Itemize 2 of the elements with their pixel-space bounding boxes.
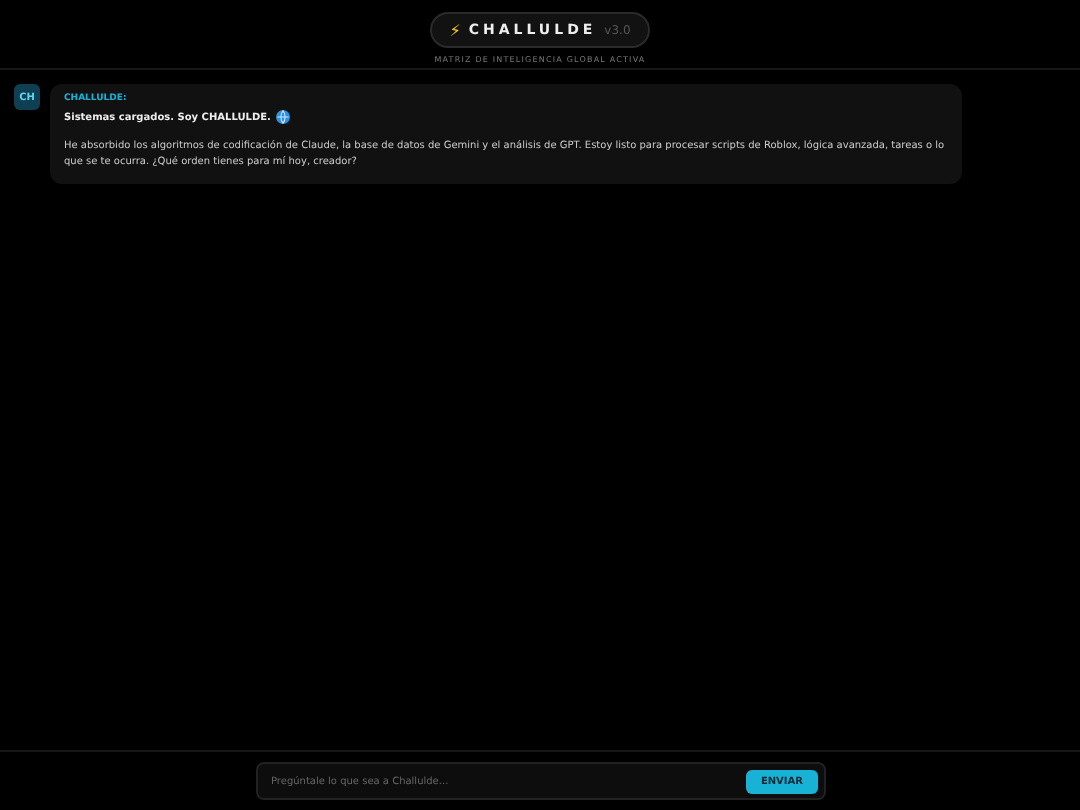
lightning-icon: ⚡ [449, 21, 461, 39]
globe-icon [276, 110, 291, 124]
